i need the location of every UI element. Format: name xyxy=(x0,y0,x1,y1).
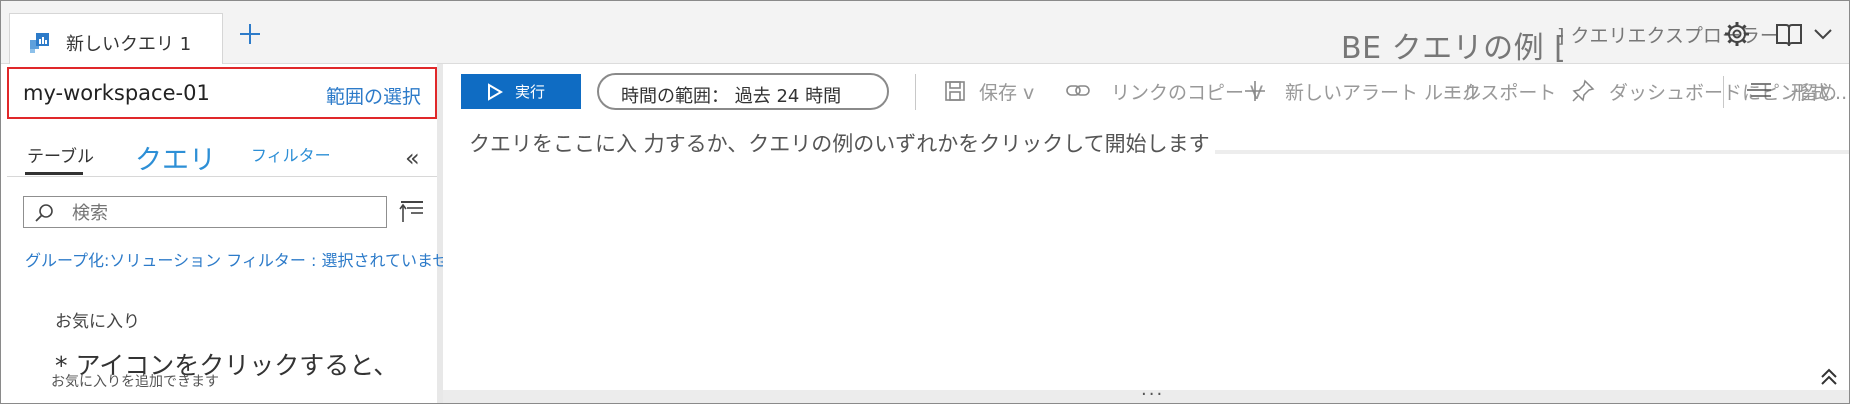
select-scope-link[interactable]: 範囲の選択 xyxy=(326,82,421,109)
search-icon xyxy=(35,204,53,222)
link-icon[interactable] xyxy=(1065,79,1091,103)
tab-title: 新しいクエリ 1 xyxy=(66,34,192,55)
save-button[interactable]: 保存 v xyxy=(979,78,1034,105)
app-frame: 新しいクエリ 1 BE クエリの例 [ ] クエリエクスプローラー my-wor… xyxy=(0,0,1850,404)
tab-tables[interactable]: テーブル xyxy=(27,142,94,167)
gear-icon[interactable] xyxy=(1723,20,1751,48)
workspace-name: my-workspace-01 xyxy=(23,81,210,105)
favorites-subtext: お気に入りを追加できます xyxy=(51,374,219,390)
splitter-handle[interactable]: ... xyxy=(1141,379,1164,400)
toolbar-separator xyxy=(1723,76,1724,108)
editor-guide-line xyxy=(1215,150,1849,154)
expand-up-icon[interactable] xyxy=(1819,367,1839,387)
book-icon[interactable] xyxy=(1775,22,1803,48)
left-tabs: テーブル クエリ フィルター « xyxy=(1,132,437,176)
collapse-pane-icon[interactable]: « xyxy=(405,144,420,172)
format-icon[interactable] xyxy=(1745,79,1773,103)
editor-placeholder: クエリをここに入 力するか、クエリの例のいずれかをクリックして開始します xyxy=(469,132,1210,156)
add-tab-icon[interactable] xyxy=(237,21,263,47)
left-pane: my-workspace-01 範囲の選択 テーブル クエリ フィルター « グ… xyxy=(1,64,464,403)
run-label: 実行 xyxy=(515,84,546,101)
tab-filter[interactable]: フィルター xyxy=(251,142,331,166)
pin-icon[interactable] xyxy=(1571,79,1595,103)
divider xyxy=(7,176,437,177)
tab-queries[interactable]: クエリ xyxy=(135,138,216,177)
active-tab-underline xyxy=(25,172,83,175)
tab-new-query[interactable]: 新しいクエリ 1 xyxy=(9,13,223,64)
log-analytics-icon xyxy=(30,33,49,53)
tab-strip: 新しいクエリ 1 BE クエリの例 [ ] クエリエクスプローラー xyxy=(1,1,1849,66)
search-input[interactable] xyxy=(70,199,374,227)
format-button[interactable]: 形式... xyxy=(1791,78,1847,105)
search-box xyxy=(23,196,387,228)
sort-icon[interactable] xyxy=(399,200,425,224)
copy-link-button[interactable]: リンクのコピー V xyxy=(1111,78,1263,105)
play-icon xyxy=(488,83,503,101)
query-editor[interactable]: クエリをここに入 力するか、クエリの例のいずれかをクリックして開始します xyxy=(443,122,1849,390)
query-toolbar: 実行 時間の範囲： 過去 24 時間 保存 v リンクのコピー V 新しいアラー… xyxy=(443,64,1849,122)
workspace-scope: my-workspace-01 範囲の選択 xyxy=(7,67,437,119)
favorites-heading: お気に入り xyxy=(55,312,140,332)
chevron-down-icon[interactable] xyxy=(1813,26,1833,42)
save-icon[interactable] xyxy=(943,79,967,103)
grouping-filter-link[interactable]: グループ化:ソリューション フィルター : 選択されていません xyxy=(25,247,464,271)
run-button[interactable]: 実行 xyxy=(461,74,581,109)
time-range-label: 時間の範囲： 過去 24 時間 xyxy=(621,86,842,107)
export-button[interactable]: エクスポート xyxy=(1443,78,1556,105)
sample-queries-title: BE クエリの例 [ xyxy=(1341,31,1567,66)
time-range-button[interactable]: 時間の範囲： 過去 24 時間 xyxy=(597,73,889,110)
new-alert-icon[interactable] xyxy=(1243,79,1267,103)
toolbar-separator xyxy=(915,74,916,110)
